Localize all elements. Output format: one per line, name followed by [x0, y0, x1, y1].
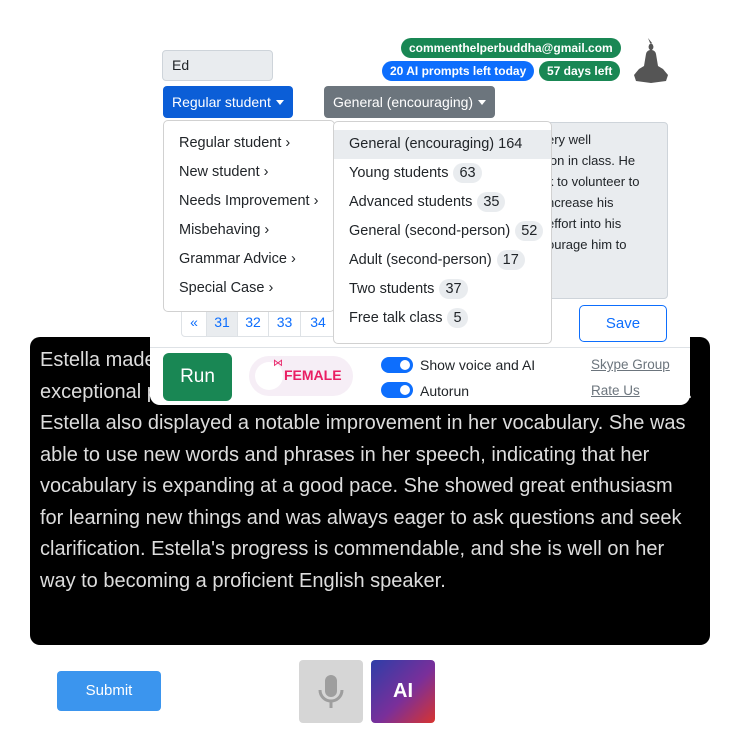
comment-line: ery well	[547, 132, 592, 147]
count-badge: 35	[477, 192, 506, 212]
style-label: Advanced students	[349, 194, 473, 210]
menu-item-new-student[interactable]: New student ›	[164, 158, 334, 187]
menu-item-misbehaving[interactable]: Misbehaving ›	[164, 216, 334, 245]
category-menu: Regular student › New student › Needs Im…	[163, 120, 335, 312]
gender-toggle[interactable]: ⋈ FEMALE	[249, 356, 353, 396]
style-label: General (encouraging)	[349, 136, 495, 152]
comment-line: effort into his	[547, 216, 622, 231]
save-button[interactable]: Save	[579, 305, 667, 342]
menu-item-needs-improvement[interactable]: Needs Improvement ›	[164, 187, 334, 216]
style-label: Two students	[349, 281, 435, 297]
style-label: Free talk class	[349, 310, 443, 326]
style-label: General (encouraging)	[333, 94, 474, 110]
email-badge: commenthelperbuddha@gmail.com	[401, 38, 621, 58]
bow-icon: ⋈	[273, 358, 283, 369]
category-label: Regular student	[172, 94, 271, 110]
count: 164	[498, 136, 523, 152]
count-badge: 17	[496, 250, 525, 270]
menu-item-style[interactable]: General (encouraging) 164	[334, 130, 551, 159]
microphone-icon	[318, 675, 344, 708]
rate-us-link[interactable]: Rate Us	[591, 383, 640, 398]
autorun-toggle[interactable]	[381, 382, 413, 398]
comment-line: k to volunteer to	[547, 174, 640, 189]
run-button[interactable]: Run	[163, 353, 232, 401]
comment-line: ncrease his	[547, 195, 614, 210]
show-voice-label: Show voice and AI	[420, 357, 536, 373]
days-left-badge: 57 days left	[539, 61, 621, 81]
count-badge: 37	[439, 279, 468, 299]
menu-item-style[interactable]: Free talk class 5	[334, 304, 551, 333]
divider	[150, 347, 690, 348]
menu-item-style[interactable]: Two students 37	[334, 275, 551, 304]
autorun-label: Autorun	[420, 383, 470, 399]
caret-down-icon	[478, 100, 487, 105]
ai-button[interactable]: AI	[371, 660, 435, 723]
style-label: Young students	[349, 165, 449, 181]
style-label: Adult (second-person)	[349, 252, 492, 268]
show-voice-toggle[interactable]	[381, 357, 413, 373]
count-badge: 52	[515, 221, 544, 241]
count-badge: 63	[453, 163, 482, 183]
category-dropdown-button[interactable]: Regular student	[163, 86, 293, 118]
comment-line: ourage him to	[547, 237, 627, 252]
menu-item-style[interactable]: Young students 63	[334, 159, 551, 188]
style-label: General (second-person)	[349, 223, 511, 239]
comment-line: ion in class. He	[547, 153, 636, 168]
style-dropdown-button[interactable]: General (encouraging)	[324, 86, 496, 118]
menu-item-style[interactable]: General (second-person) 52	[334, 217, 551, 246]
menu-item-style[interactable]: Advanced students 35	[334, 188, 551, 217]
student-name-input[interactable]: Ed	[162, 50, 273, 81]
microphone-button[interactable]	[299, 660, 363, 723]
style-menu: General (encouraging) 164 Young students…	[333, 121, 552, 344]
skype-group-link[interactable]: Skype Group	[591, 357, 670, 372]
submit-button[interactable]: Submit	[57, 671, 161, 711]
menu-item-regular-student[interactable]: Regular student ›	[164, 129, 334, 158]
buddha-logo-icon	[634, 38, 668, 83]
count-badge: 5	[447, 308, 468, 328]
gender-label: FEMALE	[284, 367, 342, 383]
caret-down-icon	[275, 100, 284, 105]
prompts-left-badge: 20 AI prompts left today	[382, 61, 535, 81]
menu-item-grammar-advice[interactable]: Grammar Advice ›	[164, 245, 334, 274]
menu-item-special-case[interactable]: Special Case ›	[164, 274, 334, 303]
menu-item-style[interactable]: Adult (second-person) 17	[334, 246, 551, 275]
